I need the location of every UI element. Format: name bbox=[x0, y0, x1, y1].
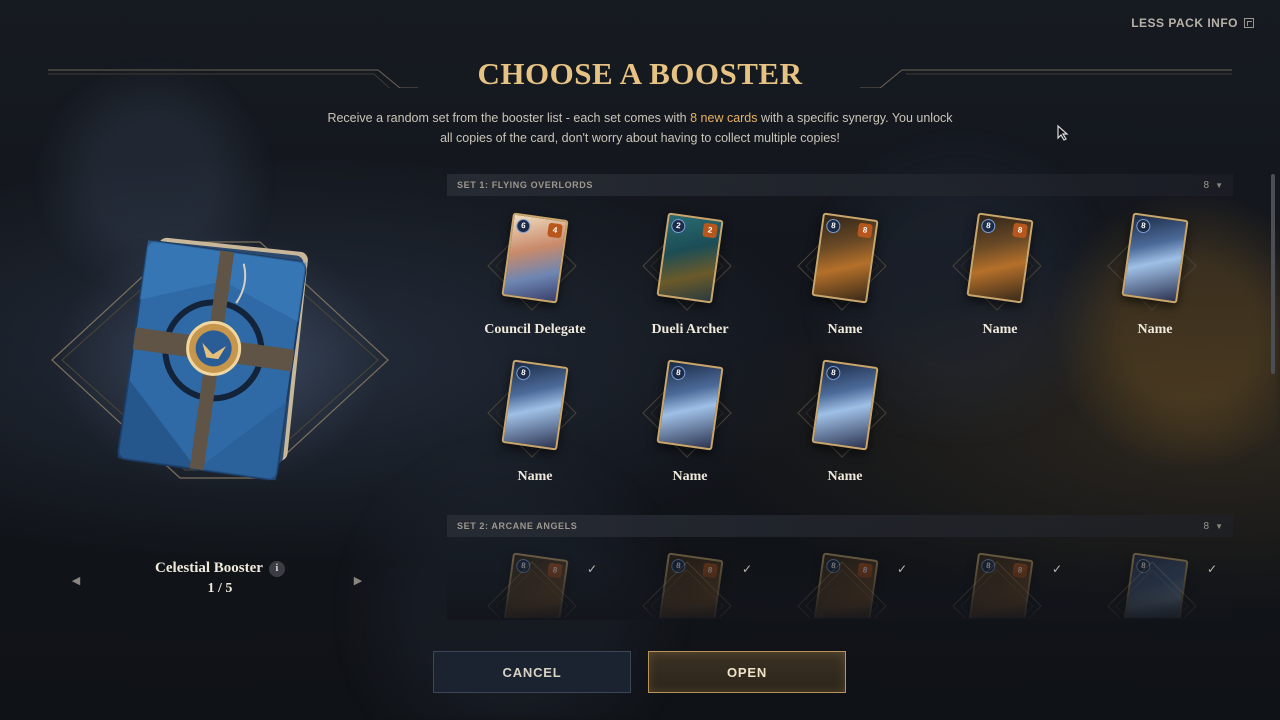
card-slot[interactable]: 8 Name bbox=[457, 359, 607, 499]
card-art: 22 bbox=[656, 212, 724, 304]
power-value: 8 bbox=[1012, 222, 1028, 239]
card-art: 88 bbox=[966, 212, 1034, 304]
set-title: SET 1: FLYING OVERLORDS bbox=[457, 180, 593, 190]
collapse-icon bbox=[1244, 18, 1254, 28]
page-title: CHOOSE A BOOSTER bbox=[477, 56, 803, 91]
set-header[interactable]: SET 2: ARCANE ANGELS 8 ▼ bbox=[447, 515, 1233, 537]
info-icon[interactable]: i bbox=[268, 561, 285, 577]
card-slot[interactable]: 8 Name bbox=[612, 359, 762, 499]
mana-cost: 8 bbox=[825, 365, 842, 381]
mana-cost: 2 bbox=[670, 218, 687, 234]
card-name: Name bbox=[827, 322, 863, 337]
booster-name: Celestial Booster bbox=[155, 560, 263, 576]
mana-cost: 6 bbox=[515, 218, 532, 234]
booster-preview[interactable] bbox=[40, 220, 400, 500]
set-count-wrap: 8 ▼ bbox=[1204, 180, 1223, 191]
card-art: 8 bbox=[1121, 212, 1189, 304]
card-slot[interactable]: 8 8 Name bbox=[922, 212, 1072, 352]
card-name: Dueli Archer bbox=[651, 322, 729, 337]
card-name: Name bbox=[982, 322, 1018, 337]
card-name: Council Delegate bbox=[484, 322, 586, 337]
description-text-1: Receive a random set from the booster li… bbox=[327, 111, 691, 125]
power-value: 4 bbox=[547, 222, 563, 239]
card-slot[interactable]: 8 Name bbox=[767, 359, 917, 499]
mana-cost: 8 bbox=[980, 218, 997, 234]
set-count-wrap: 8 ▼ bbox=[1204, 521, 1223, 532]
card-slot[interactable]: 8 8 Name bbox=[767, 212, 917, 352]
open-button[interactable]: OPEN bbox=[648, 651, 846, 693]
card-slot[interactable]: 8 Name bbox=[1077, 212, 1227, 352]
set-header[interactable]: SET 1: FLYING OVERLORDS 8 ▼ bbox=[447, 174, 1233, 196]
scrollbar[interactable] bbox=[1271, 174, 1275, 374]
card-slot[interactable]: 2 2 Dueli Archer bbox=[612, 212, 762, 352]
chevron-down-icon: ▼ bbox=[1215, 521, 1223, 531]
chevron-down-icon: ▼ bbox=[1215, 180, 1223, 190]
card-art: 8 bbox=[811, 359, 879, 451]
mana-cost: 8 bbox=[670, 365, 687, 381]
description: Receive a random set from the booster li… bbox=[320, 108, 960, 148]
mana-cost: 8 bbox=[515, 365, 532, 381]
set-count: 8 bbox=[1203, 179, 1210, 191]
list-fade bbox=[447, 560, 1233, 620]
booster-name-row: Celestial Booster i bbox=[60, 560, 380, 577]
less-pack-info-label: LESS PACK INFO bbox=[1131, 16, 1238, 30]
card-name: Name bbox=[1137, 322, 1173, 337]
card-name: Name bbox=[517, 469, 553, 484]
card-art: 64 bbox=[501, 212, 569, 304]
card-art: 88 bbox=[811, 212, 879, 304]
card-art: 8 bbox=[501, 359, 569, 451]
sets-list[interactable]: SET 1: FLYING OVERLORDS 8 ▼ 6 4 Council De… bbox=[447, 174, 1233, 618]
power-value: 2 bbox=[702, 222, 718, 239]
set-title: SET 2: ARCANE ANGELS bbox=[457, 521, 578, 531]
chevron-right-icon[interactable]: ▶ bbox=[348, 570, 368, 590]
less-pack-info-button[interactable]: LESS PACK INFO bbox=[1131, 16, 1254, 30]
booster-page-indicator: 1 / 5 bbox=[207, 581, 233, 596]
card-name: Name bbox=[827, 469, 863, 484]
set-count: 8 bbox=[1203, 520, 1210, 532]
mana-cost: 8 bbox=[1135, 218, 1152, 234]
power-value: 8 bbox=[857, 222, 873, 239]
booster-pack-illustration bbox=[51, 237, 389, 481]
title-area: CHOOSE A BOOSTER bbox=[0, 54, 1280, 94]
card-slot[interactable]: 6 4 Council Delegate bbox=[457, 212, 607, 352]
card-art: 8 bbox=[656, 359, 724, 451]
cancel-button[interactable]: CANCEL bbox=[433, 651, 631, 693]
card-name: Name bbox=[672, 469, 708, 484]
mouse-cursor-icon bbox=[1057, 124, 1069, 141]
booster-navigation: ◀ Celestial Booster i 1 / 5 ▶ bbox=[60, 560, 380, 610]
mana-cost: 8 bbox=[825, 218, 842, 234]
description-highlight: 8 new cards bbox=[690, 111, 758, 125]
